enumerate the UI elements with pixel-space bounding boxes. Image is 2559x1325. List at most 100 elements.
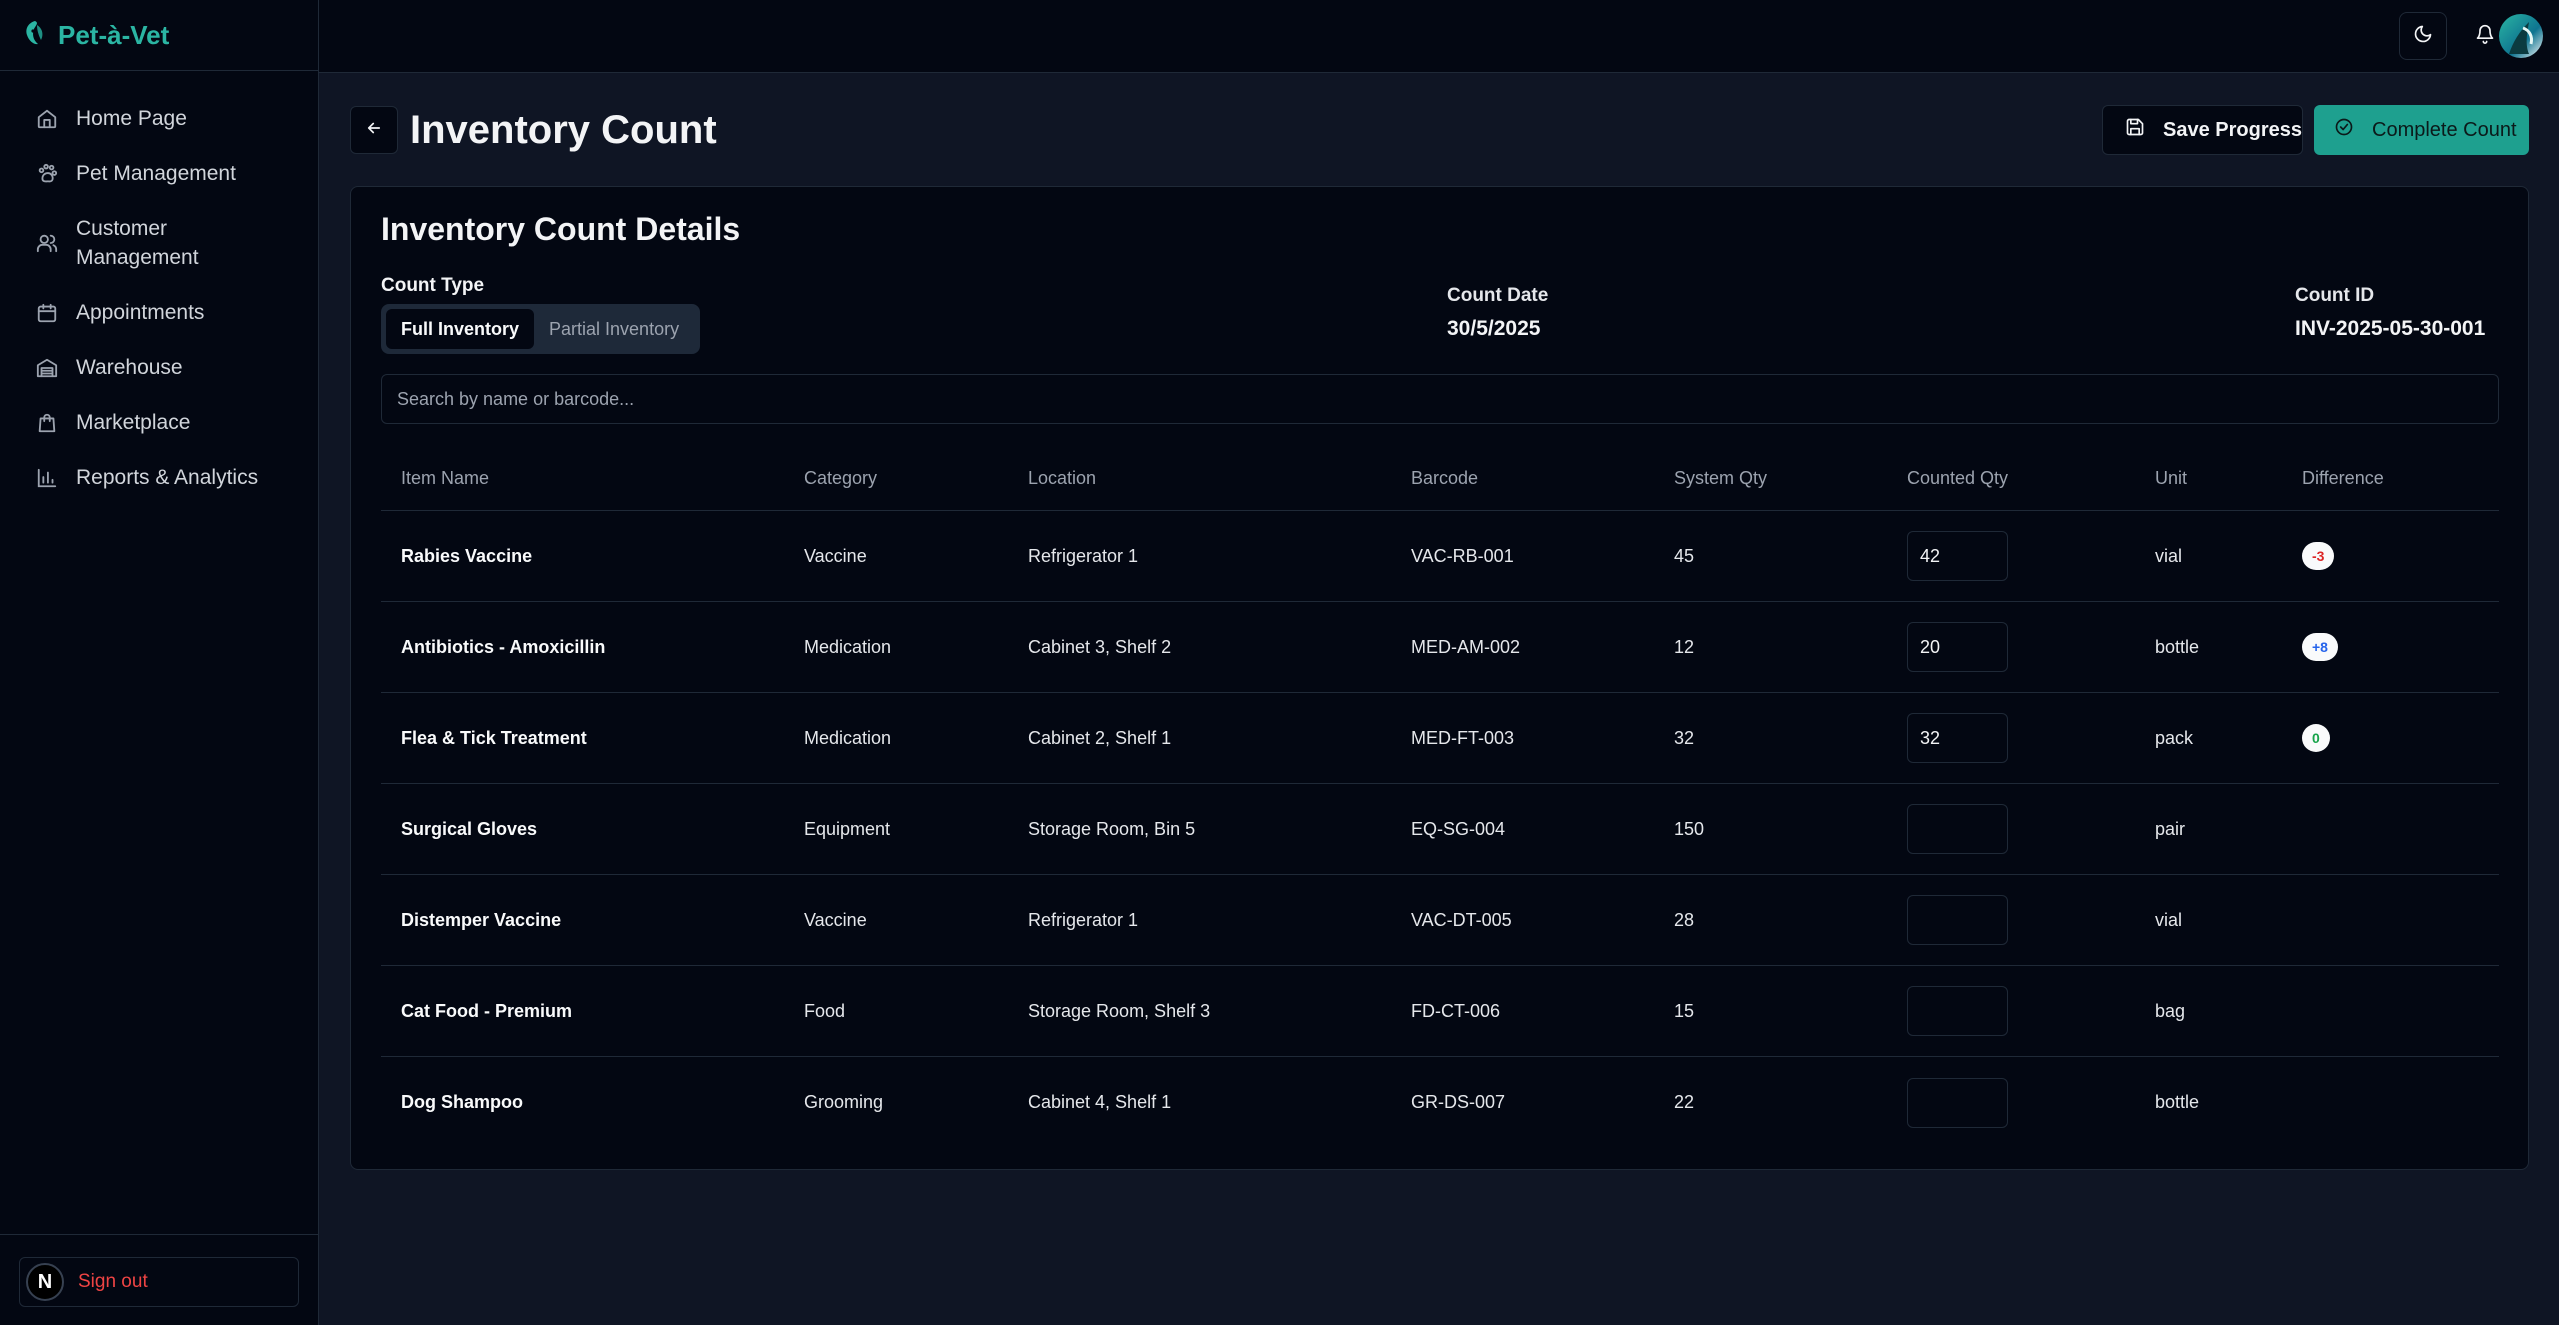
counted-qty-input[interactable]: [1907, 1077, 2008, 1128]
sidebar-item-label: Home Page: [76, 107, 187, 130]
cell-name: Surgical Gloves: [401, 818, 538, 839]
cell-location: Cabinet 2, Shelf 1: [1028, 727, 1172, 748]
complete-count-label: Complete Count: [2372, 118, 2517, 141]
table-row: Antibiotics - Amoxicillin Medication Cabin…: [381, 602, 2499, 693]
save-progress-button[interactable]: Save Progress: [2102, 105, 2303, 155]
user-avatar[interactable]: [2499, 14, 2543, 58]
count-date-value: 30/5/2025: [1447, 317, 1541, 340]
app-name: Pet-à-Vet: [58, 19, 170, 50]
sidebar-item-label: Reports & Analytics: [76, 466, 259, 489]
column-header: Category: [804, 468, 878, 488]
cell-barcode: FD-CT-006: [1411, 1000, 1501, 1021]
count-type-partial[interactable]: Partial Inventory: [534, 309, 694, 349]
cell-location: Cabinet 3, Shelf 2: [1028, 636, 1172, 657]
sidebar-item-home[interactable]: Home Page: [0, 91, 318, 146]
difference-badge: +8: [2302, 633, 2338, 661]
column-header: Counted Qty: [1907, 468, 2009, 488]
cell-system-qty: 32: [1674, 727, 1695, 748]
sidebar-item-reports[interactable]: Reports & Analytics: [0, 450, 318, 505]
cell-counted-qty: [1907, 622, 2008, 672]
difference-badge: 0: [2302, 724, 2330, 752]
sidebar-item-label: Customer Management: [76, 217, 199, 269]
counted-qty-input[interactable]: [1907, 622, 2008, 672]
sidebar-item-label: Appointments: [76, 301, 205, 324]
sidebar-item-marketplace[interactable]: Marketplace: [0, 395, 318, 450]
cell-counted-qty: [1907, 531, 2008, 581]
table-row: Dog Shampoo Grooming Cabinet 4, Shelf 1 GR-…: [381, 1057, 2499, 1148]
page-title: Inventory Count: [410, 108, 717, 152]
column-header: Difference: [2302, 468, 2384, 488]
cell-system-qty: 45: [1674, 545, 1695, 566]
shopping-bag-icon: [36, 408, 58, 437]
table-header: Item Name Category Location Barcode Syst…: [381, 447, 2499, 511]
sidebar-item-warehouse[interactable]: Warehouse: [0, 340, 318, 395]
topbar: [319, 0, 2559, 73]
cell-difference: 0: [2302, 724, 2330, 752]
inventory-table: Item Name Category Location Barcode Syst…: [381, 447, 2499, 1148]
cell-counted-qty: [1907, 895, 2008, 945]
paw-icon: [36, 159, 58, 188]
column-header: Unit: [2155, 468, 2188, 488]
bar-chart-icon: [36, 463, 58, 492]
count-type-toggle: Full Inventory Partial Inventory: [381, 304, 700, 354]
card-title: Inventory Count Details: [381, 211, 741, 247]
cell-unit: bottle: [2155, 1092, 2200, 1112]
cell-counted-qty: [1907, 713, 2008, 763]
cell-difference: +8: [2302, 633, 2338, 661]
count-type-full[interactable]: Full Inventory: [386, 309, 535, 349]
sidebar-item-appointments[interactable]: Appointments: [0, 285, 318, 340]
counted-qty-input[interactable]: [1907, 895, 2008, 945]
cell-location: Storage Room, Bin 5: [1028, 818, 1196, 839]
cell-system-qty: 15: [1674, 1000, 1695, 1021]
bell-icon: [2475, 24, 2495, 49]
sign-out-button[interactable]: N Sign out: [19, 1257, 299, 1307]
cell-difference: -3: [2302, 542, 2335, 570]
cell-category: Vaccine: [804, 545, 867, 566]
cell-category: Equipment: [804, 818, 891, 839]
sidebar-item-pet-management[interactable]: Pet Management: [0, 146, 318, 201]
table-row: Cat Food - Premium Food Storage Room, Shel…: [381, 966, 2499, 1057]
calendar-icon: [36, 298, 58, 327]
sidebar-nav: Home Page Pet Management Customer Manage…: [0, 71, 318, 505]
theme-toggle-button[interactable]: [2399, 12, 2447, 60]
cell-category: Medication: [804, 727, 892, 748]
table-row: Surgical Gloves Equipment Storage Room, Bi…: [381, 784, 2499, 875]
save-icon: [2125, 117, 2145, 143]
column-header: System Qty: [1674, 468, 1768, 488]
brand[interactable]: Pet-à-Vet: [0, 0, 318, 71]
save-progress-label: Save Progress: [2163, 118, 2302, 141]
cell-location: Refrigerator 1: [1028, 909, 1139, 930]
cell-unit: vial: [2155, 909, 2183, 930]
column-header: Location: [1028, 468, 1097, 488]
counted-qty-input[interactable]: [1907, 986, 2008, 1036]
table-body: Rabies Vaccine Vaccine Refrigerator 1 VAC-R…: [381, 511, 2499, 1148]
counted-qty-input[interactable]: [1907, 531, 2008, 581]
cell-system-qty: 12: [1674, 636, 1695, 657]
counted-qty-input[interactable]: [1907, 713, 2008, 763]
cell-location: Cabinet 4, Shelf 1: [1028, 1092, 1172, 1112]
sidebar-footer: N Sign out: [0, 1234, 319, 1325]
back-button[interactable]: [350, 106, 398, 154]
search-input[interactable]: [381, 374, 2499, 424]
sidebar-item-customer-management[interactable]: Customer Management: [0, 201, 318, 285]
sidebar-item-label: Marketplace: [76, 411, 191, 434]
sign-out-label: Sign out: [78, 1271, 148, 1292]
warehouse-icon: [36, 353, 58, 382]
table-row: Flea & Tick Treatment Medication Cabinet 2…: [381, 693, 2499, 784]
cell-system-qty: 150: [1674, 818, 1705, 839]
logo-icon: [22, 19, 48, 52]
difference-badge: -3: [2302, 542, 2335, 570]
counted-qty-input[interactable]: [1907, 804, 2008, 854]
cell-category: Grooming: [804, 1092, 884, 1112]
avatar: N: [26, 1263, 64, 1301]
cell-name: Distemper Vaccine: [401, 909, 562, 930]
cell-name: Rabies Vaccine: [401, 545, 533, 566]
cell-counted-qty: [1907, 986, 2008, 1036]
sidebar: Pet-à-Vet Home Page Pet Management Custo…: [0, 0, 319, 1325]
check-circle-icon: [2334, 117, 2354, 143]
cell-barcode: VAC-RB-001: [1411, 545, 1514, 566]
complete-count-button[interactable]: Complete Count: [2314, 105, 2529, 155]
cell-name: Antibiotics - Amoxicillin: [401, 636, 606, 657]
cell-barcode: EQ-SG-004: [1411, 818, 1506, 839]
cell-category: Food: [804, 1000, 846, 1021]
